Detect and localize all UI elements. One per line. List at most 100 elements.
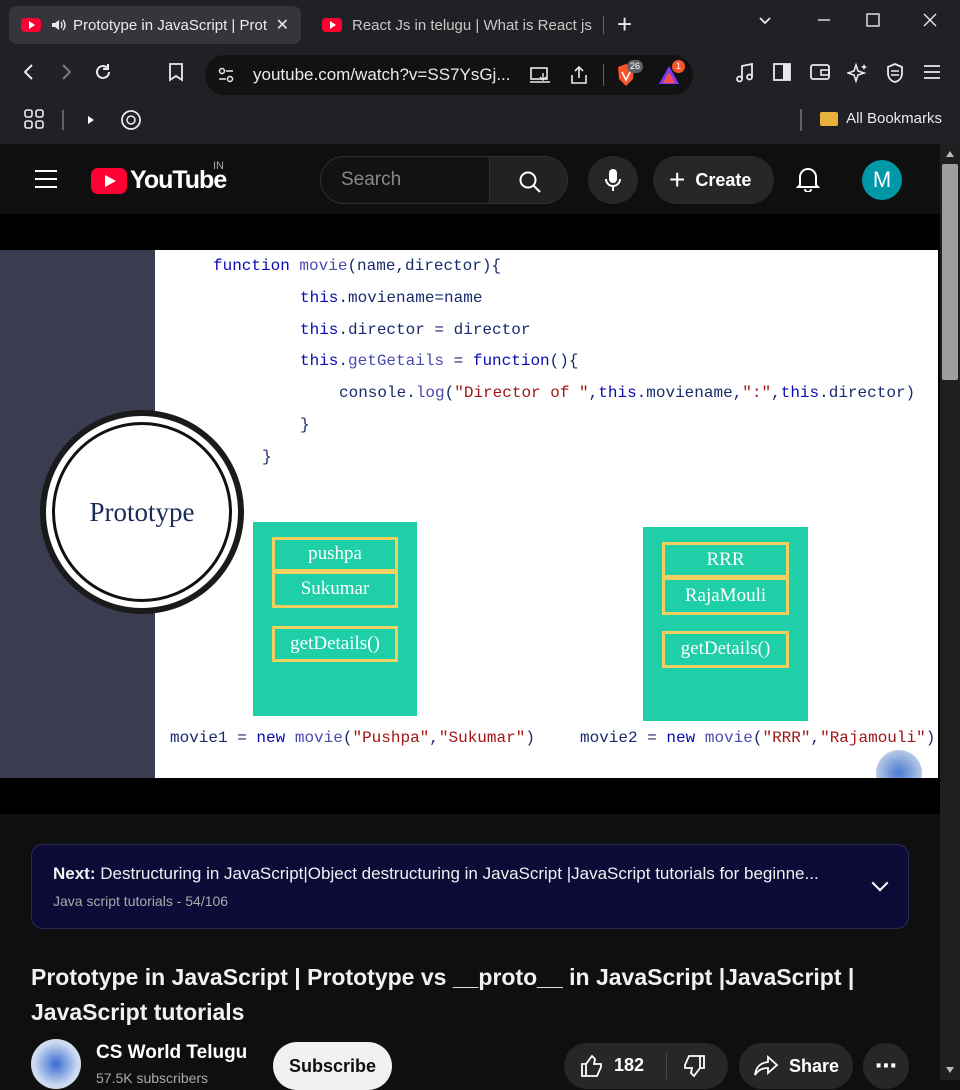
code-line: }: [262, 448, 272, 466]
new-tab-button[interactable]: +: [617, 10, 632, 38]
create-label: Create: [695, 169, 752, 190]
back-icon[interactable]: [20, 62, 38, 88]
code-line: this.director = director: [300, 321, 531, 339]
object1-director: Sukumar: [272, 571, 398, 608]
channel-watermark-logo[interactable]: [876, 750, 922, 778]
close-tab-icon[interactable]: ✕: [276, 15, 289, 35]
code-line: this.moviename=name: [300, 289, 483, 307]
main-menu-icon[interactable]: [922, 62, 942, 88]
vpn-shield-icon[interactable]: [885, 62, 905, 90]
audio-playing-icon[interactable]: [51, 18, 67, 32]
code-line: this.getGetails = function(){: [300, 352, 579, 370]
site-settings-icon[interactable]: [217, 66, 235, 84]
next-video-title: Next: Destructuring in JavaScript|Object…: [53, 864, 843, 884]
tab-strip: Prototype in JavaScript | Prot ✕ React J…: [0, 0, 960, 50]
scroll-up-icon[interactable]: [945, 150, 955, 158]
like-divider: [666, 1053, 667, 1079]
search-input[interactable]: Search: [341, 169, 401, 191]
up-next-card[interactable]: Next: Destructuring in JavaScript|Object…: [31, 844, 909, 929]
youtube-logo[interactable]: YouTube: [91, 166, 227, 195]
prototype-label: Prototype: [89, 496, 195, 527]
media-music-icon[interactable]: [734, 62, 756, 90]
bookmarks-separator: [62, 110, 64, 130]
rewards-count-badge: 1: [672, 60, 686, 73]
scroll-down-icon[interactable]: [945, 1066, 955, 1074]
share-button[interactable]: Share: [739, 1043, 853, 1089]
dislike-icon[interactable]: [682, 1054, 706, 1078]
subscriber-count: 57.5K subscribers: [96, 1070, 209, 1086]
tab-title: Prototype in JavaScript | Prot: [73, 16, 267, 34]
chevron-down-icon[interactable]: [871, 874, 889, 892]
more-actions-button[interactable]: ⋯: [863, 1043, 909, 1089]
maximize-button[interactable]: [865, 12, 881, 33]
playlist-position: Java script tutorials - 54/106: [53, 893, 229, 909]
shields-count-badge: 26: [627, 60, 644, 73]
share-page-icon[interactable]: [569, 65, 589, 85]
wallet-icon[interactable]: [809, 62, 831, 88]
bookmark-icon[interactable]: [168, 62, 184, 88]
share-label: Share: [789, 1055, 840, 1076]
scrollbar-thumb[interactable]: [942, 164, 958, 380]
youtube-header: YouTube IN Search + Create M: [0, 144, 940, 214]
object1-name: pushpa: [272, 537, 398, 572]
tab-prototype-video[interactable]: Prototype in JavaScript | Prot ✕: [9, 6, 301, 44]
tab-search-chevron-icon[interactable]: [757, 12, 773, 33]
create-button[interactable]: + Create: [653, 156, 774, 204]
next-title-text: Destructuring in JavaScript|Object destr…: [100, 864, 819, 883]
minimize-button[interactable]: [816, 12, 832, 33]
chatgpt-bookmark-icon[interactable]: [120, 109, 142, 131]
microphone-icon: [605, 169, 621, 191]
notifications-bell-icon[interactable]: [796, 166, 820, 192]
video-title: Prototype in JavaScript | Prototype vs _…: [31, 964, 855, 1025]
reload-icon[interactable]: [93, 62, 113, 88]
all-bookmarks-button[interactable]: All Bookmarks: [820, 110, 942, 127]
country-code: IN: [213, 160, 224, 172]
channel-name[interactable]: CS World Telugu: [96, 1042, 247, 1064]
account-avatar[interactable]: M: [862, 160, 902, 200]
object1-method: getDetails(): [272, 626, 398, 662]
object2-name: RRR: [662, 542, 789, 578]
bookmarks-separator: [800, 109, 802, 131]
video-player[interactable]: Prototype function movie(name,director){…: [0, 214, 940, 814]
search-box[interactable]: Search: [320, 156, 568, 204]
youtube-bookmark[interactable]: [80, 113, 90, 131]
tab-react-video[interactable]: React Js in telugu | What is React js |: [310, 6, 606, 44]
youtube-favicon-icon: [21, 18, 41, 32]
address-bar[interactable]: youtube.com/watch?v=SS7YsGj... 26 1: [205, 55, 693, 95]
search-button[interactable]: [489, 157, 567, 203]
folder-icon: [820, 111, 839, 126]
subscribe-button[interactable]: Subscribe: [273, 1042, 392, 1090]
logo-text: YouTube: [130, 166, 227, 194]
omnibox-divider: [603, 64, 604, 86]
browser-chrome: Prototype in JavaScript | Prot ✕ React J…: [0, 0, 960, 144]
close-window-button[interactable]: [922, 12, 938, 33]
avatar-initial: M: [872, 167, 892, 192]
tab-title: React Js in telugu | What is React js |: [352, 16, 594, 34]
guide-menu-icon[interactable]: [34, 169, 58, 189]
code-line: function movie(name,director){: [213, 257, 502, 275]
like-count: 182: [614, 1055, 645, 1075]
like-icon[interactable]: [580, 1054, 604, 1078]
youtube-play-icon: [91, 167, 127, 194]
leo-ai-icon[interactable]: [845, 62, 869, 90]
object2-method: getDetails(): [662, 631, 789, 668]
search-icon: [519, 171, 541, 193]
sidebar-toggle-icon[interactable]: [772, 62, 792, 88]
instance1-code: movie1 = new movie("Pushpa","Sukumar"): [170, 729, 535, 747]
code-line: console.log("Director of ",this.movienam…: [339, 384, 916, 402]
object2-director: RajaMouli: [662, 577, 789, 615]
youtube-favicon-icon: [322, 18, 342, 32]
all-bookmarks-label: All Bookmarks: [846, 110, 942, 127]
forward-icon[interactable]: [57, 62, 75, 88]
tab-separator: [603, 16, 604, 34]
next-label: Next:: [53, 864, 96, 883]
install-app-icon[interactable]: [529, 65, 551, 85]
apps-grid-icon[interactable]: [24, 109, 44, 129]
bookmarks-bar: All Bookmarks: [0, 100, 960, 144]
plus-icon: +: [669, 164, 686, 195]
channel-avatar[interactable]: [31, 1039, 81, 1089]
video-frame: Prototype function movie(name,director){…: [0, 250, 938, 778]
code-line: }: [300, 416, 310, 434]
url-text: youtube.com/watch?v=SS7YsGj...: [253, 65, 511, 84]
voice-search-button[interactable]: [588, 156, 638, 204]
